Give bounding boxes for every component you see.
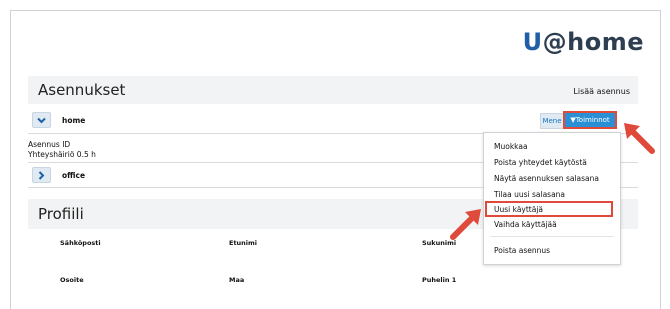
field-label-address: Osoite: [60, 276, 84, 284]
installation-id-label: Asennus ID: [28, 140, 71, 149]
actions-menu: Muokkaa Poista yhteydet käytöstä Näytä a…: [483, 132, 621, 265]
installations-header: Asennukset Lisää asennus: [28, 76, 638, 104]
field-label-country: Maa: [229, 276, 245, 284]
installation-name: office: [62, 171, 86, 180]
menu-item-delete-installation[interactable]: Poista asennus: [494, 246, 550, 255]
field-label-phone: Puhelin 1: [422, 276, 457, 284]
menu-item-edit[interactable]: Muokkaa: [494, 142, 528, 151]
chevron-down-icon[interactable]: [32, 112, 51, 128]
field-label-email: Sähköposti: [60, 239, 101, 247]
add-installation-link[interactable]: Lisää asennus: [573, 87, 630, 96]
connection-status: Yhteyshäiriö 0.5 h: [28, 150, 96, 159]
pointer-arrow-icon: [624, 123, 655, 154]
chevron-right-icon[interactable]: [32, 167, 51, 183]
brand-logo: U@home: [522, 28, 644, 56]
menu-divider: [490, 236, 614, 237]
menu-item-order-password[interactable]: Tilaa uusi salasana: [494, 190, 565, 199]
menu-item-switch-user[interactable]: Vaihda käyttäjää: [494, 220, 557, 229]
menu-item-new-user[interactable]: Uusi käyttäjä: [485, 201, 613, 217]
go-button[interactable]: Mene: [540, 113, 564, 129]
menu-item-show-password[interactable]: Näytä asennuksen salasana: [494, 174, 599, 183]
actions-button[interactable]: ▼Toiminnot: [563, 111, 617, 129]
menu-item-disable-connections[interactable]: Poista yhteydet käytöstä: [494, 158, 587, 167]
profile-title: Profiili: [38, 205, 84, 223]
pointer-arrow-icon: [450, 209, 481, 240]
installation-name: home: [62, 116, 86, 125]
installations-title: Asennukset: [38, 81, 126, 99]
field-label-first-name: Etunimi: [229, 239, 258, 247]
